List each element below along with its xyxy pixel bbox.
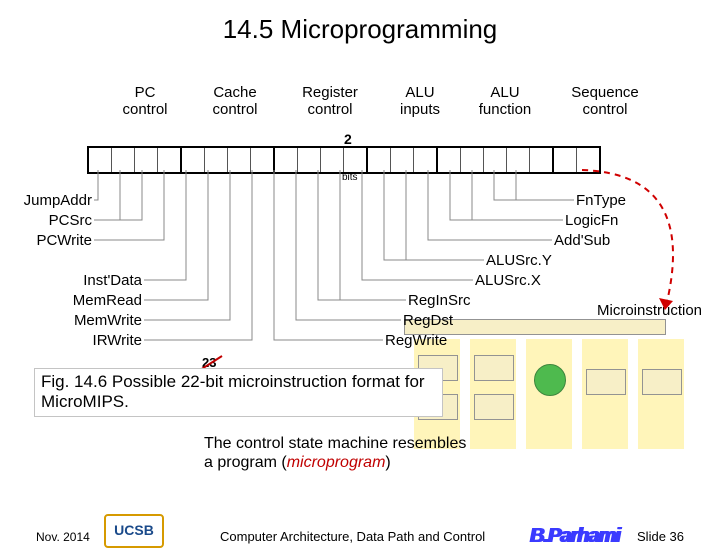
signal-logicfn: LogicFn — [565, 212, 618, 229]
page-title: 14.5 Microprogramming — [0, 14, 720, 45]
bits-label: bits — [342, 172, 358, 183]
resemble-text: The control state machine resembles a pr… — [204, 434, 466, 472]
footer-date: Nov. 2014 — [36, 530, 90, 544]
ucsb-logo: UCSB — [104, 514, 164, 548]
header-register: Registercontrol — [290, 84, 370, 119]
author-name: B.Parhami — [530, 525, 620, 548]
signal-addsub: Add'Sub — [554, 232, 610, 249]
header-alu-fn: ALUfunction — [470, 84, 540, 119]
header-seq: Sequencecontrol — [560, 84, 650, 119]
footer-slide: Slide 36 — [637, 529, 684, 544]
signal-instdata: Inst'Data — [64, 272, 142, 289]
signal-pcsrc: PCSrc — [14, 212, 92, 229]
header-pc: PCcontrol — [110, 84, 180, 119]
signal-reginsrc: RegInSrc — [408, 292, 471, 309]
microinstruction-label: Microinstruction — [597, 302, 702, 319]
signal-memread: MemRead — [64, 292, 142, 309]
header-alu-in: ALUinputs — [390, 84, 450, 119]
header-cache: Cachecontrol — [200, 84, 270, 119]
signal-alusrcy: ALUSrc.Y — [486, 252, 552, 269]
signal-pcwrite: PCWrite — [14, 232, 92, 249]
microinstruction-bitfield — [87, 146, 601, 174]
signal-memwrite: MemWrite — [64, 312, 142, 329]
signal-alusrcx: ALUSrc.X — [475, 272, 541, 289]
signal-jumpaddr: JumpAddr — [14, 192, 92, 209]
footer-center: Computer Architecture, Data Path and Con… — [220, 529, 485, 544]
signal-fntype: FnType — [576, 192, 626, 209]
signal-irwrite: IRWrite — [64, 332, 142, 349]
signal-regdst: RegDst — [403, 312, 453, 329]
signal-regwrite: RegWrite — [385, 332, 447, 349]
figure-caption: Fig. 14.6 Possible 22-bit microinstructi… — [34, 368, 443, 417]
two-bit-marker: 2 — [344, 131, 352, 147]
